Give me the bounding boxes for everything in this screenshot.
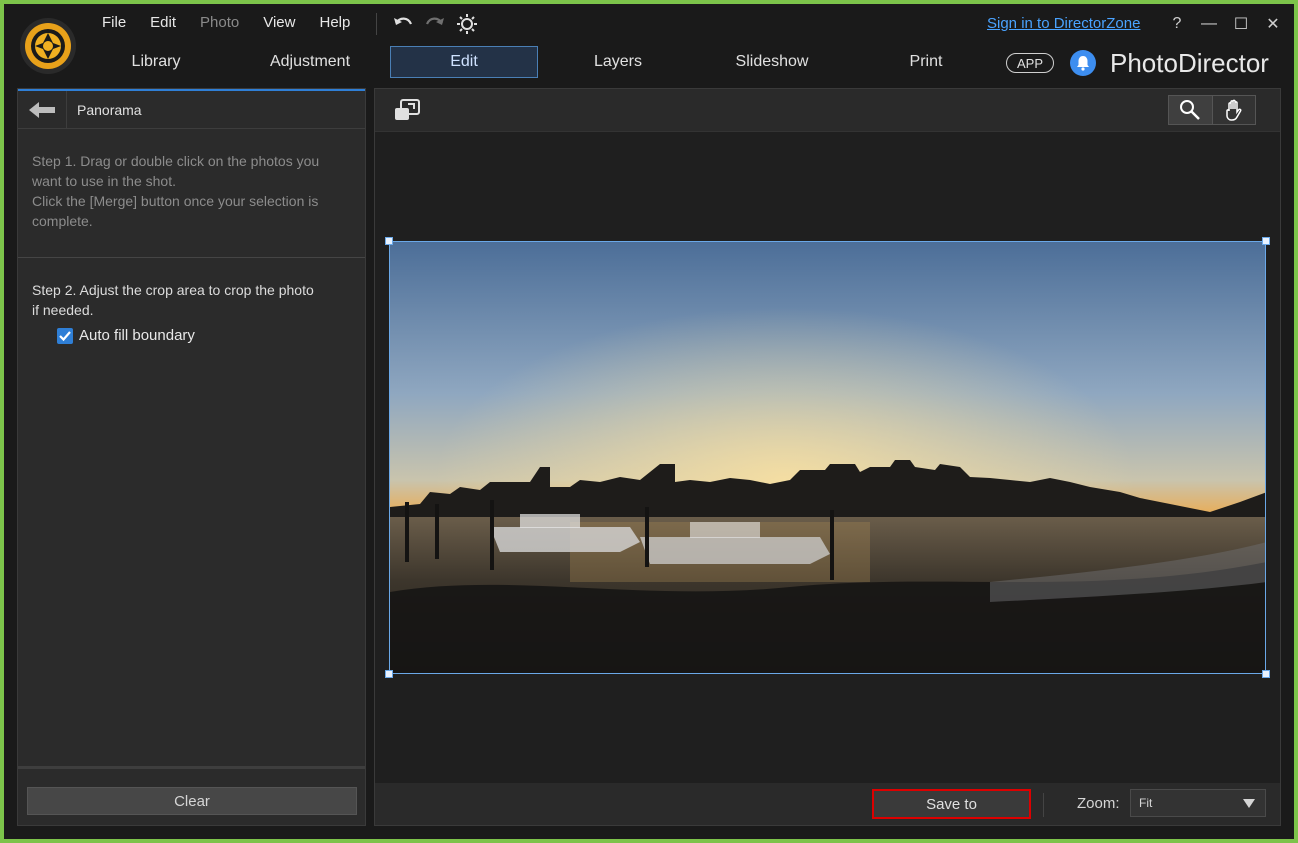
zoom-label: Zoom: <box>1077 795 1120 812</box>
auto-fill-label: Auto fill boundary <box>79 327 195 344</box>
photodirector-logo <box>20 18 76 74</box>
step1-line: want to use in the shot. <box>32 173 176 189</box>
menu-edit[interactable]: Edit <box>138 14 188 31</box>
panel-title: Panorama <box>77 101 142 118</box>
step1-line: Step 1. Drag or double click on the phot… <box>32 153 320 169</box>
maximize-button[interactable]: ☐ <box>1232 14 1250 34</box>
tab-adjustment[interactable]: Adjustment <box>236 46 384 78</box>
step2-line: Step 2. Adjust the crop area to crop the… <box>32 282 314 298</box>
settings-icon[interactable] <box>455 12 479 36</box>
close-button[interactable]: ✕ <box>1264 14 1282 34</box>
notification-bell-icon[interactable] <box>1070 50 1096 76</box>
tab-layers[interactable]: Layers <box>544 46 692 78</box>
tab-edit[interactable]: Edit <box>390 46 538 78</box>
step2-line: if needed. <box>32 302 94 318</box>
toolbar-separator <box>376 13 377 35</box>
minimize-button[interactable]: — <box>1200 15 1218 33</box>
menu-help[interactable]: Help <box>307 14 362 31</box>
crop-handle-bottom-left[interactable] <box>385 670 393 678</box>
crop-handle-bottom-right[interactable] <box>1262 670 1270 678</box>
step1-instructions: Step 1. Drag or double click on the phot… <box>18 129 365 258</box>
auto-fill-checkbox[interactable] <box>57 328 73 344</box>
photo-viewer: Save to Zoom: Fit <box>374 88 1281 826</box>
quick-toolbar <box>376 12 479 36</box>
step1-line: complete. <box>32 213 93 229</box>
undo-icon[interactable] <box>391 12 415 36</box>
tab-print[interactable]: Print <box>852 46 1000 78</box>
signin-link[interactable]: Sign in to DirectorZone <box>987 15 1140 32</box>
brand-name: PhotoDirector <box>1110 48 1269 78</box>
menu-file[interactable]: File <box>90 14 138 31</box>
back-arrow-icon <box>29 101 55 118</box>
checkmark-icon <box>59 331 71 342</box>
menu-bar: File Edit Photo View Help <box>90 14 362 31</box>
clear-button[interactable]: Clear <box>27 787 357 815</box>
tab-library[interactable]: Library <box>82 46 230 78</box>
panel-header: Panorama <box>18 89 365 129</box>
auto-fill-option[interactable]: Auto fill boundary <box>57 326 351 346</box>
help-button[interactable]: ? <box>1168 15 1186 33</box>
hand-tool-icon[interactable] <box>1213 96 1256 124</box>
viewer-bottom-bar: Save to Zoom: Fit <box>375 783 1280 825</box>
view-tool-group <box>1168 95 1256 125</box>
panorama-panel: Panorama Step 1. Drag or double click on… <box>17 88 366 826</box>
step2-instructions: Step 2. Adjust the crop area to crop the… <box>18 258 365 346</box>
compare-view-icon[interactable] <box>393 98 421 127</box>
app-window: File Edit Photo View Help Sign in to Dir… <box>4 4 1294 839</box>
zoom-dropdown[interactable]: Fit <box>1130 789 1266 817</box>
menu-photo: Photo <box>200 14 240 31</box>
chevron-down-icon <box>1243 799 1255 808</box>
tab-slideshow[interactable]: Slideshow <box>698 46 846 78</box>
panel-footer: Clear <box>18 766 365 825</box>
viewer-toolbar <box>375 89 1280 132</box>
zoom-tool-icon[interactable] <box>1169 96 1213 124</box>
crop-handle-top-left[interactable] <box>385 237 393 245</box>
redo-icon <box>423 12 447 36</box>
save-to-button[interactable]: Save to <box>872 789 1031 819</box>
step1-line: Click the [Merge] button once your selec… <box>32 193 319 209</box>
app-button[interactable]: APP <box>1006 53 1054 73</box>
crop-handle-top-right[interactable] <box>1262 237 1270 245</box>
module-tabs: Library Adjustment Edit Layers Slideshow… <box>82 46 1006 80</box>
window-controls: ? — ☐ ✕ <box>1168 14 1282 34</box>
panorama-photo[interactable] <box>389 241 1266 674</box>
menu-view[interactable]: View <box>251 14 307 31</box>
bottom-separator <box>1043 793 1044 817</box>
back-button[interactable] <box>18 91 67 128</box>
zoom-value: Fit <box>1139 796 1153 810</box>
